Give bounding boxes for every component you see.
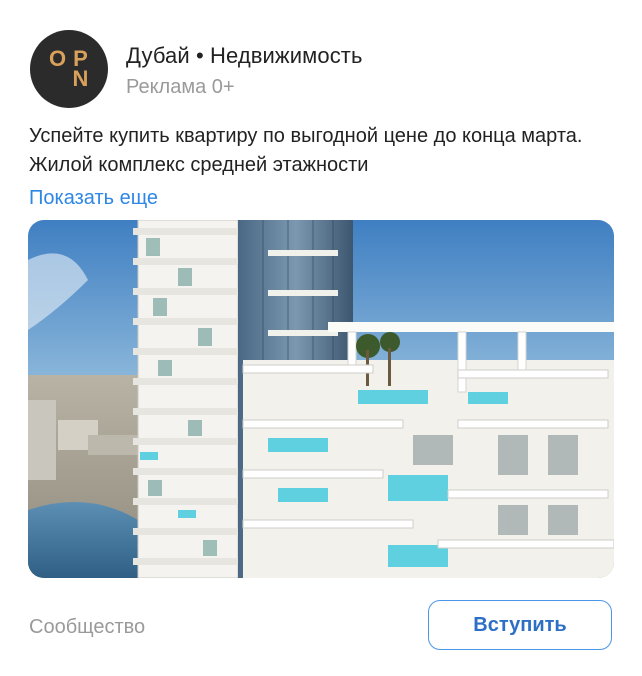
residential-tower-photo [28,220,614,578]
logo-letter-n: N [72,66,89,91]
ad-label: Реклама 0+ [126,76,235,98]
ad-text: Успейте купить квартиру по выгодной цене… [29,125,583,176]
logo-letter-o: O [48,46,67,71]
community-avatar[interactable]: O P N [30,30,108,108]
ad-photo[interactable] [28,220,614,578]
opn-logo-icon: O P N [48,46,91,91]
join-button[interactable]: Вступить [428,600,612,650]
logo-letter-empty [48,69,68,89]
community-label: Сообщество [29,616,146,638]
show-more-link[interactable]: Показать еще [29,187,158,210]
community-title[interactable]: Дубай • Недвижимость [126,43,363,69]
